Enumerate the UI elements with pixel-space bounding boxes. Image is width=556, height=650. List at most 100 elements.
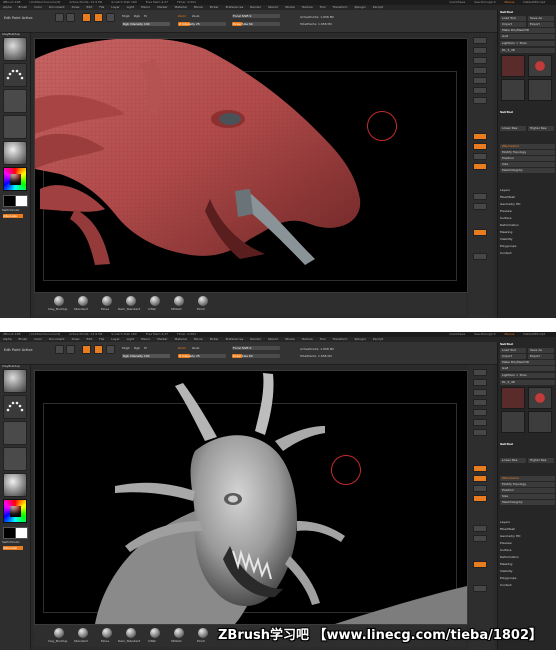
tool-thumb-dragon[interactable] [501,55,525,77]
texture-off-icon[interactable] [3,447,27,471]
brush-move-icon[interactable] [102,296,112,306]
secondary-color-swatch[interactable] [15,195,28,207]
menu-item-brush[interactable]: Brush [19,5,28,9]
menu-item-brush[interactable]: Brush [19,337,28,341]
goz-button[interactable]: GoZ [500,34,555,39]
actual-button[interactable] [473,389,487,396]
preview-menu[interactable]: Preview [500,541,555,546]
document-canvas[interactable] [34,38,468,293]
focal-shift-slider[interactable]: Focal Shift 0 [232,14,280,18]
linefill-button[interactable] [473,193,487,200]
menu-item-file[interactable]: File [99,5,104,9]
load-tool-button[interactable]: Load Tool [500,348,526,353]
lower-res-button[interactable]: Lower Res [500,126,526,131]
subtool-header[interactable]: SubTool [500,110,555,115]
material-icon[interactable] [3,141,27,165]
contact-menu[interactable]: Contact [500,583,555,588]
frame-button[interactable] [473,465,487,472]
menu-item-stroke[interactable]: Stroke [285,5,295,9]
menu-item-picker[interactable]: Picker [210,337,219,341]
layers-menu[interactable]: Layers [500,188,555,193]
move-view-button[interactable] [473,143,487,150]
draw-size-slider[interactable]: Draw Size 64 [232,354,280,358]
menu-item-material[interactable]: Material [175,5,187,9]
m-label[interactable]: M [144,346,147,350]
brush-hpolish-icon[interactable] [174,296,184,306]
mrgb-label[interactable]: Mrgb [122,346,130,350]
position-button[interactable]: Position [500,156,555,161]
menu-item-layer[interactable]: Layer [111,5,119,9]
make-polymesh-button[interactable]: Make PolyMesh3D [500,360,555,365]
brush-standard-icon[interactable] [78,628,88,638]
menu-item-layer[interactable]: Layer [111,337,119,341]
brush-icon[interactable] [3,37,27,61]
xpose-button[interactable] [473,585,487,592]
solo-button[interactable] [473,229,487,236]
import-button[interactable]: Import [500,354,526,359]
menu-item-texture[interactable]: Texture [302,5,313,9]
menu-item-zscript[interactable]: Zscript [373,5,383,9]
lightbox-tools-button[interactable]: Lightbox > Tools [500,41,555,46]
menu-item-preferences[interactable]: Preferences [226,5,244,9]
rotate-view-button[interactable] [473,495,487,502]
brush-icon[interactable] [3,369,27,393]
floor-button[interactable] [473,87,487,94]
zoom-button[interactable] [473,47,487,54]
visibility-menu[interactable]: Visibility [500,569,555,574]
switch-color-label[interactable]: SwitchColor [2,540,20,544]
scroll-button[interactable] [473,369,487,376]
menu-item-light[interactable]: Light [127,5,135,9]
higher-res-button[interactable]: Higher Res [528,458,554,463]
draw-button[interactable] [66,13,75,22]
color-picker[interactable] [3,167,27,191]
zadd-label[interactable]: Zadd [178,14,186,18]
secondary-color-swatch[interactable] [15,527,28,539]
import-button[interactable]: Import [500,22,526,27]
save-as-button[interactable]: Save As [528,348,554,353]
export-button[interactable]: Export [528,354,554,359]
polygroups-menu[interactable]: Polygroups [500,244,555,249]
tool-thumb-simplebrush[interactable] [501,79,525,101]
brush-pinch-icon[interactable] [198,628,208,638]
menu-item-zscript[interactable]: Zscript [373,337,383,341]
menu-item-edit[interactable]: Edit [86,5,92,9]
brush-dam-standard-icon[interactable] [126,296,136,306]
menu-item-macro[interactable]: Macro [141,5,150,9]
rotate-button[interactable] [106,345,115,354]
rgb-intensity-slider[interactable]: Rgb Intensity 100 [122,22,170,26]
make-polymesh-button[interactable]: Make PolyMesh3D [500,28,555,33]
alternate-button[interactable]: Alternate [3,214,23,218]
rotate-view-button[interactable] [473,163,487,170]
menu-item-edit[interactable]: Edit [86,337,92,341]
menu-item-marker[interactable]: Marker [157,337,167,341]
lightbox-tools-button[interactable]: Lightbox > Tools [500,373,555,378]
menu-item-marker[interactable]: Marker [157,5,167,9]
brush-move-icon[interactable] [102,628,112,638]
transp-button[interactable] [473,535,487,542]
draw-size-slider[interactable]: Draw Size 64 [232,22,280,26]
scroll-button[interactable] [473,37,487,44]
menu-item-document[interactable]: Document [49,337,65,341]
rgb-label[interactable]: Rgb [134,14,140,18]
fibermesh-menu[interactable]: FiberMesh [500,527,555,532]
menu-item-preferences[interactable]: Preferences [226,337,244,341]
current-tool-field[interactable]: DL_5_48 [500,48,555,53]
draw-button[interactable] [66,345,75,354]
masking-menu[interactable]: Masking [500,562,555,567]
menu-item-render[interactable]: Render [250,337,261,341]
menu-item-transform[interactable]: Transform [333,5,348,9]
contact-menu[interactable]: Contact [500,251,555,256]
zsub-label[interactable]: Zsub [192,346,199,350]
persp-button[interactable] [473,77,487,84]
modify-topology-button[interactable]: Modify Topology [500,482,555,487]
alpha-off-icon[interactable] [3,421,27,445]
deformation-menu[interactable]: Deformation [500,223,555,228]
position-button[interactable]: Position [500,488,555,493]
alternate-button[interactable]: Alternate [3,546,23,550]
visibility-menu[interactable]: Visibility [500,237,555,242]
lower-res-button[interactable]: Lower Res [500,458,526,463]
size-button[interactable]: Size [500,162,555,167]
menu-item-transform[interactable]: Transform [333,337,348,341]
actual-button[interactable] [473,57,487,64]
m-label[interactable]: M [144,14,147,18]
